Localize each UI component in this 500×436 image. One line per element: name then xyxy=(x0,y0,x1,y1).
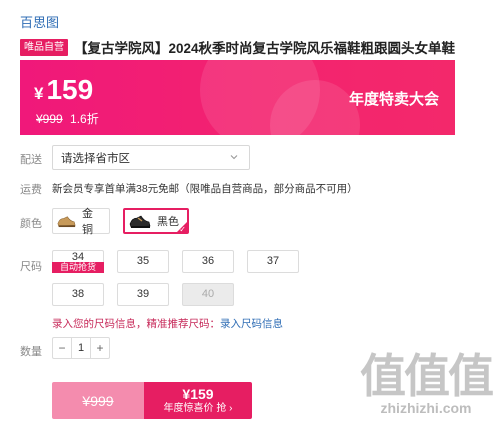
size-option-37[interactable]: 37 xyxy=(247,250,299,273)
size-value: 39 xyxy=(136,288,150,300)
shipping-label: 运费 xyxy=(20,184,42,196)
watermark-logo: 值值值 xyxy=(360,350,494,402)
watermark-url: zhizhizhi.com xyxy=(380,400,472,416)
quantity-stepper: − 1 + xyxy=(52,337,110,359)
size-option-38[interactable]: 38 xyxy=(52,283,104,306)
auto-grab-tag: 自动抢货 xyxy=(52,262,104,273)
size-option-40: 40 xyxy=(182,283,234,306)
site-watermark: 值值值 zhizhizhi.com xyxy=(360,350,494,416)
size-value: 37 xyxy=(266,255,280,267)
currency-symbol: ¥ xyxy=(34,84,44,103)
size-info-prompt: 录入您的尺码信息，精准推荐尺码： xyxy=(52,318,220,330)
original-price-row: ¥999 1.6折 xyxy=(36,110,99,127)
size-value: 36 xyxy=(201,255,215,267)
size-label: 尺码 xyxy=(20,261,42,273)
size-value: 40 xyxy=(201,288,215,300)
quantity-label: 数量 xyxy=(20,346,42,358)
shoe-thumbnail-gold xyxy=(57,216,76,228)
original-price: ¥999 xyxy=(36,112,63,126)
region-select[interactable]: 请选择省市区 xyxy=(52,145,250,170)
buy-now-price: ¥159 xyxy=(182,385,214,402)
shipping-info: 新会员专享首单满38元免邮（限唯品自营商品，部分商品不可用） xyxy=(52,183,358,195)
region-select-value: 请选择省市区 xyxy=(61,152,130,165)
self-operated-badge: 唯品自营 xyxy=(20,38,68,56)
shoe-thumbnail-black xyxy=(129,215,151,228)
check-icon: ✓ xyxy=(179,225,186,234)
size-option-35[interactable]: 35 xyxy=(117,250,169,273)
chevron-down-icon xyxy=(230,155,238,160)
size-value: 38 xyxy=(71,288,85,300)
sale-event-name: 年度特卖大会 xyxy=(348,91,439,108)
buy-now-button[interactable]: ¥159 年度惊喜价 抢 › xyxy=(144,382,252,419)
color-option-black[interactable]: 黑色 ✓ xyxy=(123,208,189,234)
color-label: 颜色 xyxy=(20,218,42,230)
delivery-label: 配送 xyxy=(20,154,42,166)
color-option-label: 金铜 xyxy=(82,208,93,236)
discount-rate: 1.6折 xyxy=(70,112,99,126)
size-value: 35 xyxy=(136,255,150,267)
current-price: ¥ 159 xyxy=(34,74,93,106)
buy-button-group: ¥999 ¥159 年度惊喜价 抢 › xyxy=(52,382,252,419)
size-option-36[interactable]: 36 xyxy=(182,250,234,273)
decrease-quantity-button[interactable]: − xyxy=(53,338,71,358)
quantity-value[interactable]: 1 xyxy=(71,338,91,358)
size-info-note: 录入您的尺码信息，精准推荐尺码：录入尺码信息 xyxy=(52,316,283,331)
size-option-34[interactable]: 34 自动抢货 xyxy=(52,250,104,273)
buy-original-price: ¥999 xyxy=(52,382,144,419)
buy-now-label: 年度惊喜价 抢 › xyxy=(163,402,233,414)
color-option-gold[interactable]: 金铜 xyxy=(52,208,110,236)
brand-link[interactable]: 百思图 xyxy=(20,12,59,31)
product-title: 【复古学院风】2024秋季时尚复古学院风乐福鞋粗跟圆头女单鞋 xyxy=(74,41,456,56)
price-banner: ¥ 159 ¥999 1.6折 年度特卖大会 xyxy=(20,60,455,135)
increase-quantity-button[interactable]: + xyxy=(91,338,109,358)
size-option-39[interactable]: 39 xyxy=(117,283,169,306)
current-price-value: 159 xyxy=(46,74,94,105)
enter-size-info-link[interactable]: 录入尺码信息 xyxy=(220,318,283,330)
product-title-row: 唯品自营 【复古学院风】2024秋季时尚复古学院风乐福鞋粗跟圆头女单鞋 xyxy=(20,37,455,57)
